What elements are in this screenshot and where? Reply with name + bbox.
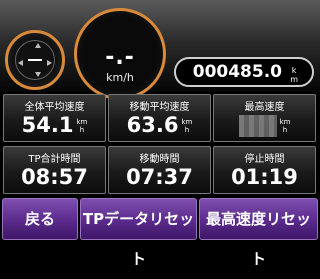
stat-value-row: km h bbox=[214, 113, 315, 137]
stats-grid: 全体平均速度 54.1 km h 移動平均速度 63.6 km h 最高速度 km h T… bbox=[0, 92, 320, 196]
compass-north-marker bbox=[35, 43, 41, 48]
compass-west-marker bbox=[18, 60, 23, 66]
odometer-unit-top: k bbox=[291, 66, 297, 75]
stat-tp-total-time: TP合計時間 08:57 bbox=[3, 146, 106, 194]
odometer-unit: k m bbox=[290, 66, 298, 84]
stat-unit: km h bbox=[181, 118, 192, 134]
stat-label: 移動時間 bbox=[139, 154, 180, 165]
stat-unit-top: km bbox=[76, 118, 88, 126]
stat-unit: km h bbox=[76, 118, 87, 134]
compass-icon bbox=[5, 30, 65, 90]
stat-value: 63.6 bbox=[126, 113, 179, 137]
stat-value-row: 54.1 km h bbox=[4, 113, 105, 137]
current-speed-value: -.- bbox=[105, 45, 135, 70]
stat-value: 01:19 bbox=[231, 165, 298, 189]
stat-moving-time: 移動時間 07:37 bbox=[108, 146, 211, 194]
stat-overall-average-speed: 全体平均速度 54.1 km h bbox=[3, 94, 106, 142]
stat-unit-top: km bbox=[279, 118, 291, 126]
header-panel: -.- km/h 000485.0 k m bbox=[0, 0, 320, 100]
odometer-value: 000485.0 bbox=[192, 62, 282, 82]
max-speed-reset-button[interactable]: 最高速度リセット bbox=[199, 198, 318, 268]
stat-stopped-time: 停止時間 01:19 bbox=[213, 146, 316, 194]
masked-value-placeholder bbox=[238, 115, 277, 137]
stat-value: 07:37 bbox=[126, 165, 193, 189]
compass-south-marker bbox=[35, 72, 41, 77]
stat-max-speed: 最高速度 km h bbox=[213, 94, 316, 142]
stat-value-row: 63.6 km h bbox=[109, 113, 210, 137]
stat-value: 54.1 bbox=[21, 113, 74, 137]
compass-heading-indicator bbox=[28, 59, 42, 61]
button-bar: 戻る TPデータリセット 最高速度リセット bbox=[0, 198, 320, 268]
tp-data-reset-button[interactable]: TPデータリセット bbox=[80, 198, 197, 268]
odometer-display: 000485.0 k m bbox=[174, 57, 314, 87]
odometer-unit-bottom: m bbox=[290, 75, 298, 84]
stat-label: 全体平均速度 bbox=[24, 102, 85, 113]
back-button[interactable]: 戻る bbox=[2, 198, 78, 240]
stat-unit-bottom: h bbox=[184, 126, 190, 134]
stat-label: TP合計時間 bbox=[28, 154, 81, 165]
compass-east-marker bbox=[47, 60, 52, 66]
stat-unit-bottom: h bbox=[79, 126, 85, 134]
stat-label: 停止時間 bbox=[244, 154, 285, 165]
stat-label: 移動平均速度 bbox=[129, 102, 190, 113]
stat-moving-average-speed: 移動平均速度 63.6 km h bbox=[108, 94, 211, 142]
stat-unit-bottom: h bbox=[282, 126, 288, 134]
stat-value: 08:57 bbox=[21, 165, 88, 189]
speedometer-gauge: -.- km/h bbox=[74, 8, 166, 100]
stat-unit-top: km bbox=[181, 118, 193, 126]
current-speed-unit: km/h bbox=[106, 71, 134, 84]
stat-unit: km h bbox=[280, 118, 291, 134]
stat-label: 最高速度 bbox=[244, 102, 285, 113]
